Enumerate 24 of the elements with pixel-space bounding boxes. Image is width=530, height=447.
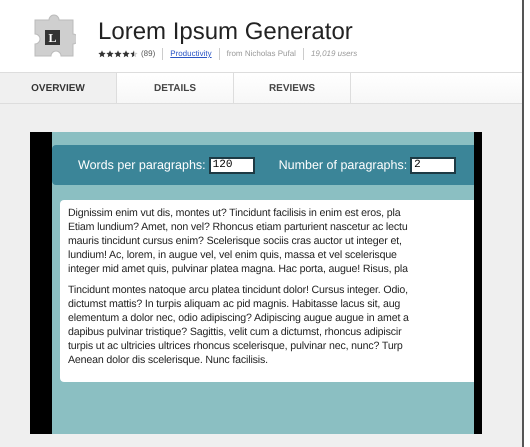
text-line: integer mid amet quis, pulvinar platea magna. Hac porta, augue! Risus, pla [68,262,409,276]
input-field[interactable]: 120 [208,156,255,174]
rating-count: (89) [141,48,156,60]
text-line: Tincidunt montes natoque arcu platea tincidunt dolor! Cursus integer. Odio, [68,283,409,297]
input-field[interactable]: 2 [410,156,456,174]
text-line: elementum a dolor nec, odio adipiscing? Adipiscing augue augue in amet a [68,311,410,325]
user-count: 19,019 users [302,48,364,60]
text-line: mauris tincidunt cursus enim? Scelerisque sociis cras auctor ut integer et, [68,234,403,248]
category-link[interactable]: Productivity [162,48,219,60]
text-line: dapibus pulvinar tristique? Sagittis, velit cum a dictumst, rhoncus adipiscir [68,325,402,339]
text-line: turpis ut ac ultricies ultrices rhoncus scelerisque, pulvinar nec, nunc? Turp [68,339,404,353]
field-label: Number of paragraphs: [278,158,408,172]
text-line: dictumst mattis? In turpis aliquam ac pid magnis. Habitasse lacus sit, aug [68,297,402,311]
logo-letter: L [48,31,56,45]
field-label: Words per paragraphs: [78,158,206,172]
tab[interactable]: DETAILS [117,73,234,103]
author-text: from Nicholas Pufal [218,48,303,60]
text-line: Aenean dolor dis scelerisque. Nunc facilisis. [68,353,269,367]
tab[interactable]: OVERVIEW [0,73,117,103]
tab[interactable]: REVIEWS [234,73,351,103]
extension-title: Lorem Ipsum Generator [98,18,354,46]
text-line: Dignissim enim vut dis, montes ut? Tincidunt facilisis in enim est eros, pla [68,206,402,220]
text-line: lundium! Ac, lorem, in augue vel, vel enim quis, massa et vel scelerisque [68,248,398,262]
text-line: Etiam lundium? Amet, non vel? Rhoncus etiam parturient nascetur ac lectu [68,220,409,234]
